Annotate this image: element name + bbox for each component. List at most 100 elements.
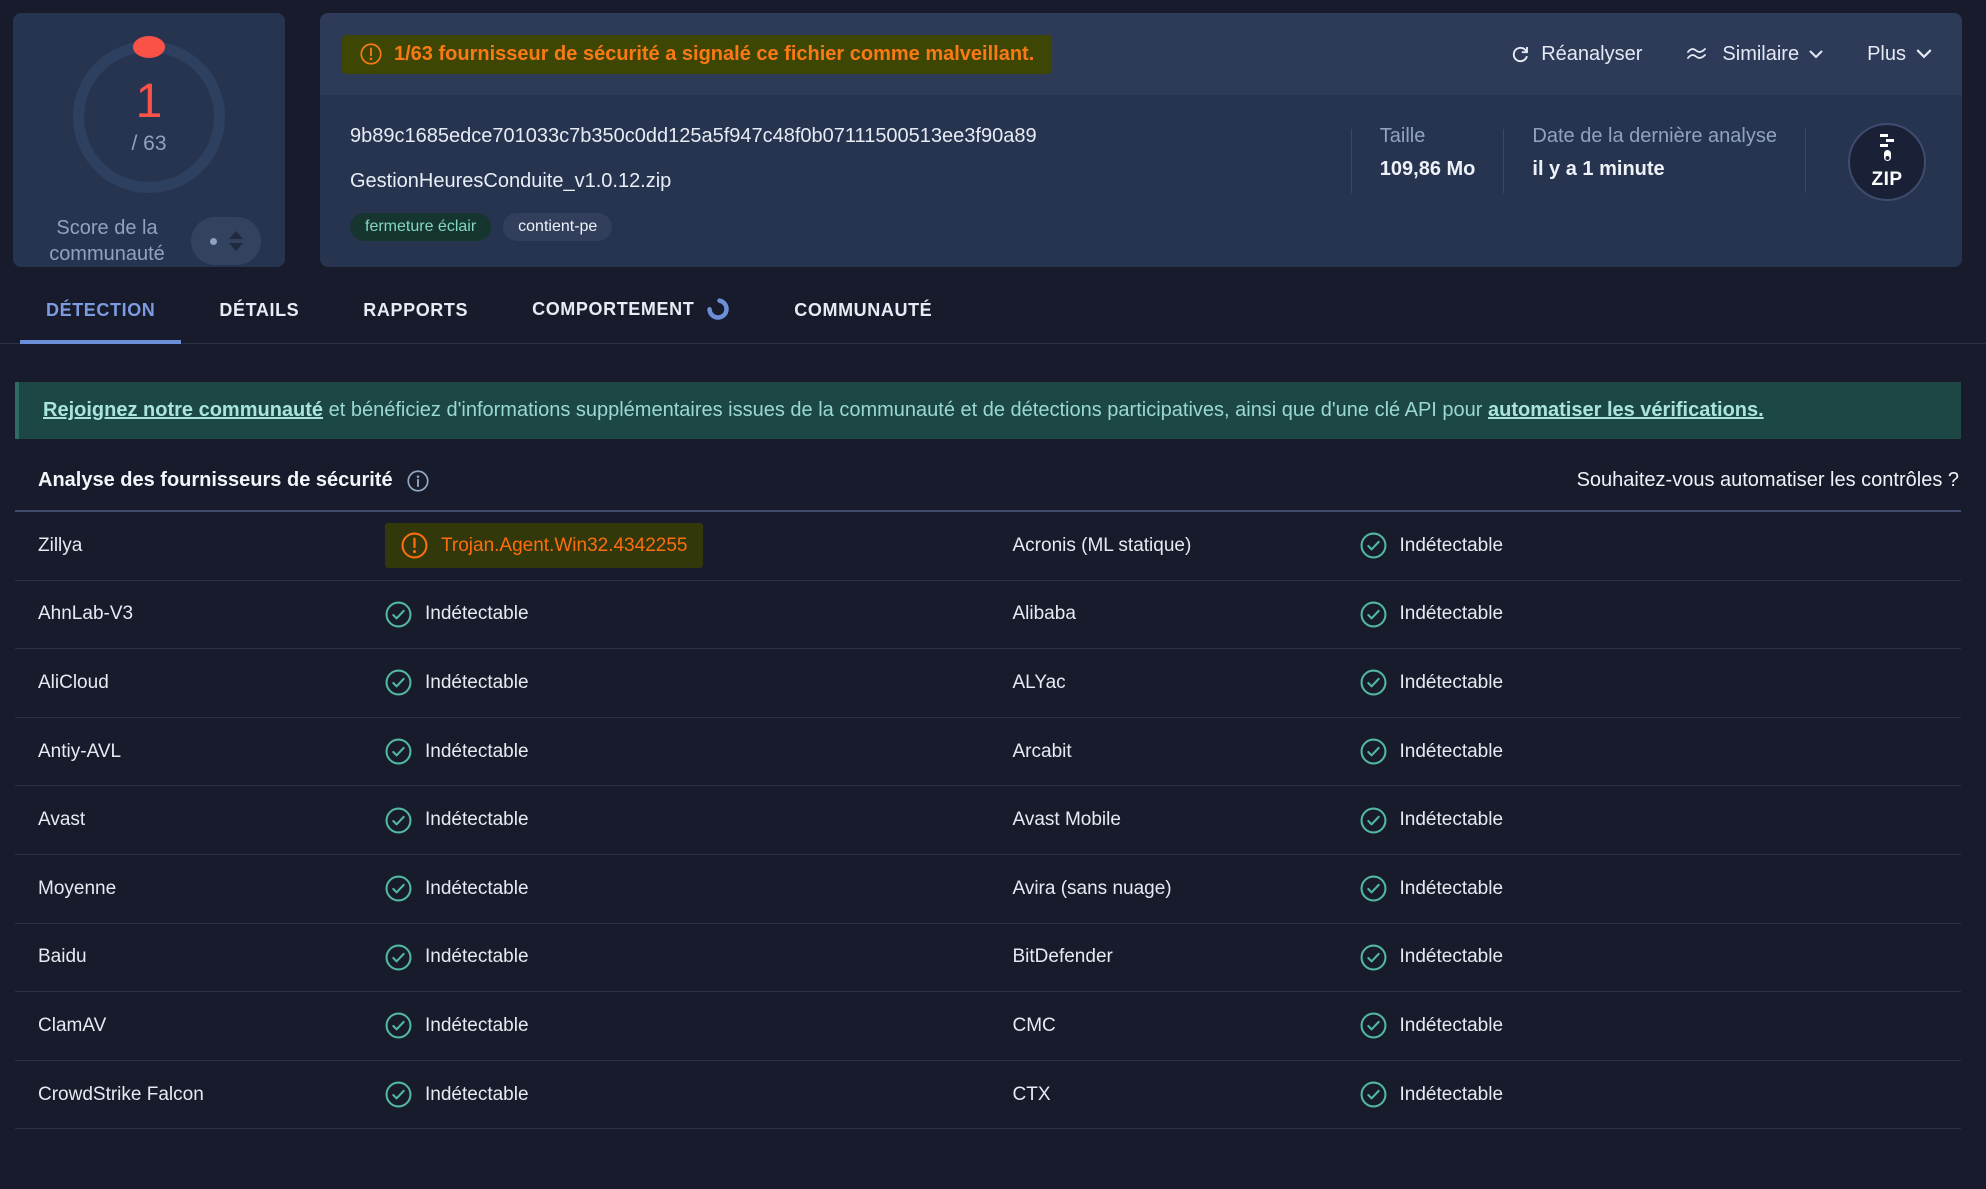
vendor-name: AhnLab-V3 <box>38 603 385 625</box>
status-icon <box>1360 807 1387 834</box>
vendor-name: Acronis (ML statique) <box>1013 535 1360 557</box>
tab-details[interactable]: DÉTAILS <box>193 300 325 343</box>
vote-up-icon[interactable] <box>229 231 243 239</box>
status-icon <box>1360 944 1387 971</box>
tab-reports[interactable]: RAPPORTS <box>337 300 494 343</box>
table-row: Moyenne Indétectable Avira (sans nuage) … <box>15 855 1961 924</box>
result-text: Indétectable <box>1400 741 1504 763</box>
join-community-banner: Rejoignez notre communauté et bénéficiez… <box>15 382 1961 439</box>
table-row: Baidu Indétectable BitDefender Indétecta… <box>15 924 1961 993</box>
result-text: Indétectable <box>1400 946 1504 968</box>
vendor-result: Indétectable <box>385 1081 529 1108</box>
vote-down-icon[interactable] <box>229 243 243 251</box>
vendor-name: CrowdStrike Falcon <box>38 1084 385 1106</box>
check-circle-icon <box>1360 532 1387 559</box>
tab-detection[interactable]: DÉTECTION <box>20 300 181 343</box>
size-label: Taille <box>1380 125 1476 148</box>
file-name[interactable]: GestionHeuresConduite_v1.0.12.zip <box>350 170 1037 193</box>
reanalyze-label: Réanalyser <box>1541 43 1642 66</box>
status-icon <box>385 601 412 628</box>
vendor-result: Indétectable <box>1360 738 1504 765</box>
tag-zip[interactable]: fermeture éclair <box>350 213 491 241</box>
info-icon[interactable] <box>407 470 429 492</box>
header-area: 1 / 63 Score de la communauté 1/ <box>0 0 1986 268</box>
automate-controls-prompt[interactable]: Souhaitez-vous automatiser les contrôles… <box>1577 469 1959 492</box>
similar-waves-icon <box>1686 45 1712 63</box>
file-hash[interactable]: 9b89c1685edce701033c7b350c0dd125a5f947c4… <box>350 125 1037 148</box>
vendor-name: ClamAV <box>38 1015 385 1037</box>
result-text: Indétectable <box>1400 1084 1504 1106</box>
table-cell-pair: Arcabit Indétectable <box>987 718 1962 786</box>
community-vote-widget[interactable] <box>191 217 261 265</box>
tag-contains-pe[interactable]: contient-pe <box>503 213 612 241</box>
community-banner-text: et bénéficiez d'informations supplémenta… <box>323 399 1488 421</box>
size-value: 109,86 Mo <box>1380 158 1476 181</box>
file-type-label: ZIP <box>1871 169 1902 191</box>
check-circle-icon <box>385 738 412 765</box>
table-cell-pair: AliCloud Indétectable <box>15 649 987 717</box>
vendor-name: Arcabit <box>1013 741 1360 763</box>
table-cell-pair: CrowdStrike Falcon Indétectable <box>15 1061 987 1129</box>
status-icon <box>1360 1081 1387 1108</box>
file-toolbar: 1/63 fournisseur de sécurité a signalé c… <box>320 13 1962 95</box>
file-type-badge: ZIP <box>1848 123 1926 201</box>
refresh-icon <box>1510 44 1531 65</box>
warning-icon <box>360 43 382 65</box>
join-community-link[interactable]: Rejoignez notre communauté <box>43 399 323 421</box>
warning-circle-icon <box>401 532 428 559</box>
vendor-result: Indétectable <box>385 1012 529 1039</box>
result-text: Indétectable <box>1400 672 1504 694</box>
check-circle-icon <box>385 1012 412 1039</box>
check-circle-icon <box>385 669 412 696</box>
more-button[interactable]: Plus <box>1867 43 1932 66</box>
status-icon <box>401 532 428 559</box>
vendor-name: Antiy-AVL <box>38 741 385 763</box>
vote-carets-icon[interactable] <box>229 231 243 251</box>
vendors-section-title: Analyse des fournisseurs de sécurité <box>38 469 393 492</box>
table-cell-pair: Antiy-AVL Indétectable <box>15 718 987 786</box>
divider <box>1503 129 1504 193</box>
result-text: Indétectable <box>1400 1015 1504 1037</box>
table-cell-pair: Moyenne Indétectable <box>15 855 987 923</box>
community-score-label: Score de la communauté <box>37 215 177 267</box>
check-circle-icon <box>385 1081 412 1108</box>
vendor-name: Avast Mobile <box>1013 809 1360 831</box>
check-circle-icon <box>1360 944 1387 971</box>
vendor-result: Indétectable <box>1360 669 1504 696</box>
vendor-name: BitDefender <box>1013 946 1360 968</box>
table-cell-pair: Avast Mobile Indétectable <box>987 786 1962 854</box>
table-cell-pair: Baidu Indétectable <box>15 924 987 992</box>
similar-button[interactable]: Similaire <box>1686 43 1823 66</box>
result-text: Indétectable <box>425 603 529 625</box>
last-analysis-block: Date de la dernière analyse il y a 1 min… <box>1532 125 1777 181</box>
table-cell-pair: Avira (sans nuage) Indétectable <box>987 855 1962 923</box>
status-icon <box>1360 875 1387 902</box>
tab-community-label: COMMUNAUTÉ <box>794 300 932 321</box>
check-circle-icon <box>385 875 412 902</box>
status-icon <box>385 738 412 765</box>
table-cell-pair: Zillya Trojan.Agent.Win32.4342255 <box>15 512 987 580</box>
vendor-name: ALYac <box>1013 672 1360 694</box>
check-circle-icon <box>1360 738 1387 765</box>
result-text: Indétectable <box>1400 809 1504 831</box>
vendor-result: Indétectable <box>1360 944 1504 971</box>
tab-reports-label: RAPPORTS <box>363 300 468 321</box>
vendor-result: Indétectable <box>385 601 529 628</box>
file-size-block: Taille 109,86 Mo <box>1380 125 1476 181</box>
table-cell-pair: CMC Indétectable <box>987 992 1962 1060</box>
detection-arc-marker <box>133 36 165 58</box>
status-icon <box>385 944 412 971</box>
tab-community[interactable]: COMMUNAUTÉ <box>768 300 958 343</box>
automate-checks-link[interactable]: automatiser les vérifications. <box>1488 399 1764 421</box>
reanalyze-button[interactable]: Réanalyser <box>1510 43 1642 66</box>
table-row: Zillya Trojan.Agent.Win32.4342255 Acroni… <box>15 512 1961 581</box>
vendor-name: Zillya <box>38 535 385 557</box>
vendor-result: Indétectable <box>385 738 529 765</box>
result-text: Indétectable <box>1400 535 1504 557</box>
check-circle-icon <box>1360 807 1387 834</box>
vendor-name: Baidu <box>38 946 385 968</box>
divider <box>1805 129 1806 193</box>
tab-behavior[interactable]: COMPORTEMENT <box>506 297 756 343</box>
loading-spinner-icon <box>706 297 730 321</box>
result-text: Indétectable <box>425 1015 529 1037</box>
